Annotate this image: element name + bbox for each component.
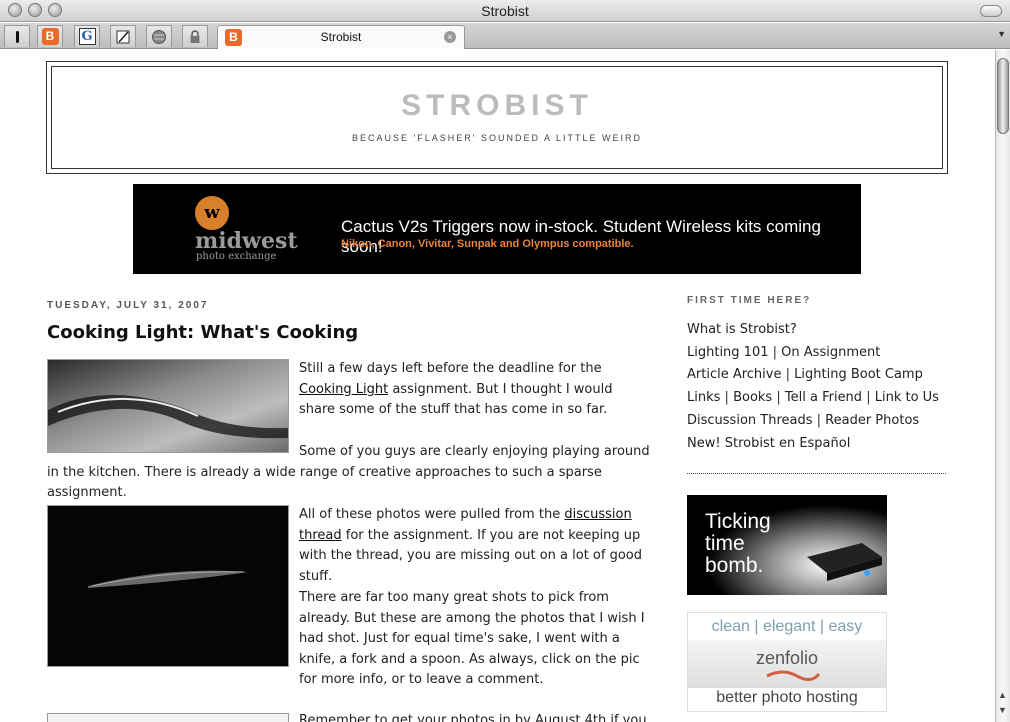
banner-ad[interactable]: w midwest photo exchange Cactus V2s Trig… (133, 184, 861, 274)
edit-bookmark-button[interactable] (110, 25, 136, 47)
cooking-light-link[interactable]: Cooking Light (299, 382, 388, 397)
close-tab-icon[interactable]: × (444, 31, 456, 43)
lock-icon (190, 29, 200, 43)
toolbar-toggle-button[interactable] (980, 5, 1002, 17)
tab-bar: B G B Strobist × ▼ (0, 23, 1010, 49)
spoon-image (48, 395, 288, 439)
post-paragraph-4: There are far too many great shots to pi… (299, 590, 645, 688)
books-link[interactable]: Books (733, 390, 772, 405)
zenfolio-footer: better photo hosting (716, 689, 858, 706)
post-paragraph-1: Still a few days left before the deadlin… (299, 359, 649, 421)
links-link[interactable]: Links (687, 390, 720, 405)
post-paragraph-5: Remember to get your photos in by August… (299, 713, 647, 722)
blogger-bookmark-button[interactable]: B (37, 25, 63, 47)
zenfolio-brand: zenfolio (755, 648, 819, 668)
zenfolio-ad[interactable]: clean | elegant | easy zenfolio better p… (687, 612, 887, 712)
ticking-time-bomb-ad[interactable]: Ticking time bomb. (687, 495, 887, 595)
what-is-strobist-link[interactable]: What is Strobist? (687, 322, 797, 337)
banner-subline: Nikon, Canon, Vivitar, Sunpak and Olympu… (341, 238, 634, 250)
hand-icon (16, 30, 19, 43)
post-p3-post: for the assignment. If you are not keepi… (299, 527, 643, 584)
lighting-boot-camp-link[interactable]: Lighting Boot Camp (794, 367, 923, 382)
blogger-icon: B (41, 28, 59, 45)
tell-a-friend-link[interactable]: Tell a Friend (785, 390, 862, 405)
close-window-button[interactable] (8, 3, 22, 17)
on-assignment-link[interactable]: On Assignment (781, 345, 880, 360)
ad1-line1: Ticking (705, 510, 771, 533)
google-icon: G (78, 28, 96, 45)
vertical-scrollbar[interactable]: ▲ ▼ (995, 50, 1010, 722)
banner-headline: Cactus V2s Triggers now in-stock. Studen… (341, 217, 821, 256)
lock-bookmark-button[interactable] (182, 25, 208, 47)
separator: | (816, 412, 822, 428)
separator: | (785, 367, 791, 383)
blog-title[interactable]: STROBIST (52, 89, 942, 123)
post-paragraph-2: Some of you guys are clearly enjoying pl… (47, 444, 650, 501)
separator: | (776, 390, 781, 406)
link-to-us-link[interactable]: Link to Us (875, 390, 939, 405)
sidebar-links: What is Strobist? Lighting 101 | On Assi… (687, 319, 939, 455)
reader-photos-link[interactable]: Reader Photos (825, 413, 919, 428)
post-p3-pre: All of these photos were pulled from the (299, 507, 561, 522)
globe-icon (152, 29, 166, 44)
scrollbar-thumb[interactable] (997, 58, 1009, 134)
knife-image (88, 570, 248, 588)
bookmark-icon[interactable] (4, 25, 30, 47)
tab-strobist[interactable]: B Strobist × (217, 25, 465, 49)
minimize-window-button[interactable] (28, 3, 42, 17)
globe-bookmark-button[interactable] (146, 25, 172, 47)
separator: | (772, 344, 778, 360)
lighting-101-link[interactable]: Lighting 101 (687, 345, 769, 360)
separator: | (866, 390, 871, 406)
post-paragraph-3: All of these photos were pulled from the… (299, 505, 649, 587)
midwest-logo-icon: w (195, 196, 229, 230)
ad1-line3: bomb. (705, 554, 764, 577)
blog-header: STROBIST BECAUSE 'FLASHER' SOUNDED A LIT… (46, 61, 948, 174)
tab-label: Strobist (320, 30, 362, 44)
separator: | (724, 390, 729, 406)
window-titlebar: Strobist (0, 0, 1010, 22)
article-archive-link[interactable]: Article Archive (687, 367, 781, 382)
knife-photo[interactable] (47, 505, 289, 667)
scroll-up-icon[interactable]: ▲ (998, 690, 1007, 700)
ad1-line2: time (705, 532, 745, 555)
scroll-down-icon[interactable]: ▼ (998, 705, 1007, 715)
spoon-photo[interactable] (47, 359, 289, 453)
post-title[interactable]: Cooking Light: What's Cooking (47, 322, 358, 343)
sidebar-heading: FIRST TIME HERE? (687, 295, 812, 306)
sidebar-divider (687, 473, 946, 474)
pencil-icon (116, 30, 130, 43)
fork-photo[interactable] (47, 713, 289, 722)
zenfolio-swoosh-icon (766, 670, 821, 681)
blog-description: BECAUSE 'FLASHER' SOUNDED A LITTLE WEIRD (352, 133, 642, 143)
page-content: STROBIST BECAUSE 'FLASHER' SOUNDED A LIT… (0, 50, 995, 722)
strobist-espanol-link[interactable]: Strobist en Español (725, 436, 851, 451)
window-title: Strobist (481, 3, 529, 19)
new-label: New! (687, 435, 721, 451)
post-p1-pre: Still a few days left before the deadlin… (299, 361, 602, 376)
google-bookmark-button[interactable]: G (74, 25, 100, 47)
post-date: TUESDAY, JULY 31, 2007 (47, 300, 209, 311)
banner-logo-sub: photo exchange (196, 251, 277, 262)
discussion-threads-link[interactable]: Discussion Threads (687, 413, 813, 428)
zenfolio-tagline: clean | elegant | easy (711, 618, 863, 635)
tab-overflow-icon[interactable]: ▼ (997, 29, 1006, 39)
zoom-window-button[interactable] (48, 3, 62, 17)
